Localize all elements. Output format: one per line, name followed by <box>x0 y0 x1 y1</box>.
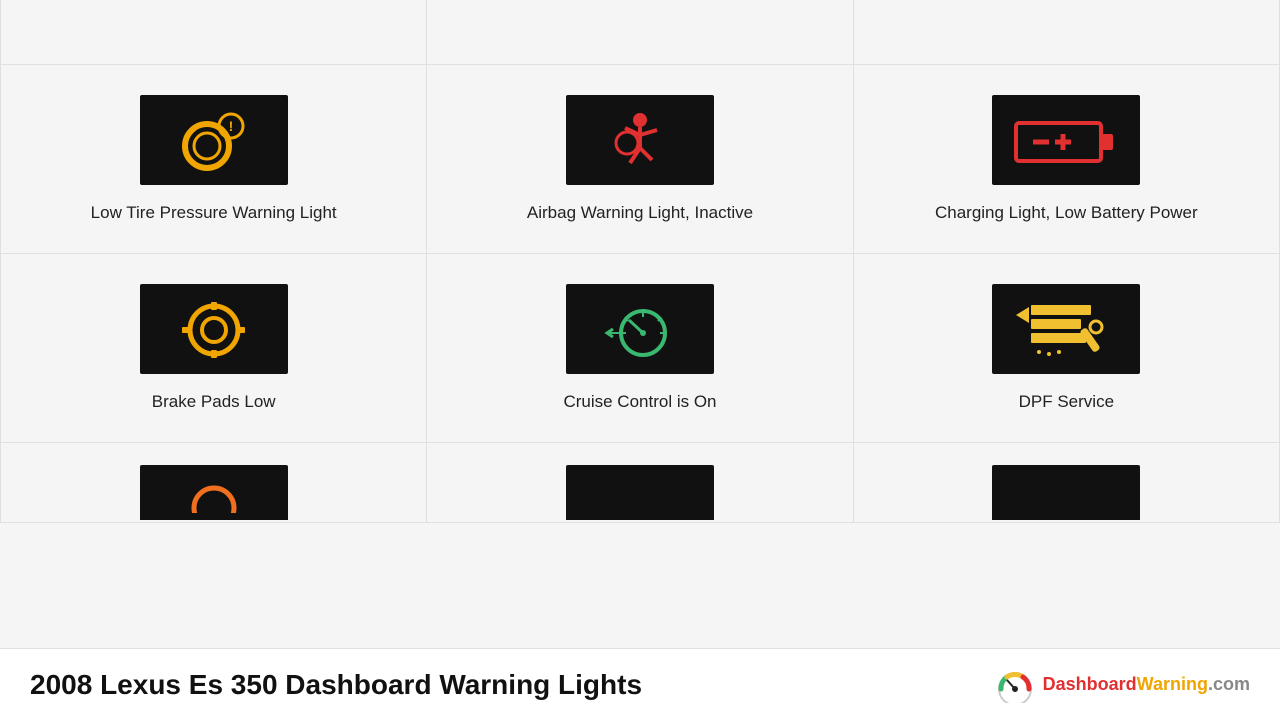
top-row <box>0 0 1280 65</box>
airbag-icon <box>566 95 714 185</box>
low-tire-icon: ! <box>140 95 288 185</box>
top-cell-1 <box>1 0 427 65</box>
svg-text:!: ! <box>228 118 233 134</box>
cruise-control-cell[interactable]: Cruise Control is On <box>427 254 853 443</box>
cruise-control-label: Cruise Control is On <box>563 392 716 412</box>
dpf-service-cell[interactable]: DPF Service <box>854 254 1280 443</box>
low-tire-label: Low Tire Pressure Warning Light <box>91 203 337 223</box>
logo-text: DashboardWarning.com <box>1043 674 1250 695</box>
brake-pads-label: Brake Pads Low <box>152 392 276 412</box>
charging-cell[interactable]: Charging Light, Low Battery Power <box>854 65 1280 254</box>
partial-cell-2 <box>427 443 853 523</box>
dpf-service-icon <box>992 284 1140 374</box>
airbag-label: Airbag Warning Light, Inactive <box>527 203 753 223</box>
bottom-bar: 2008 Lexus Es 350 Dashboard Warning Ligh… <box>0 648 1280 720</box>
partial-row <box>0 443 1280 523</box>
brake-pads-cell[interactable]: Brake Pads Low <box>1 254 427 443</box>
logo-icon <box>993 667 1037 703</box>
dpf-service-label: DPF Service <box>1019 392 1114 412</box>
cruise-control-icon <box>566 284 714 374</box>
top-cell-2 <box>427 0 853 65</box>
charging-icon <box>992 95 1140 185</box>
partial-cell-3 <box>854 443 1280 523</box>
partial-cell-1 <box>1 443 427 523</box>
logo-area: DashboardWarning.com <box>993 667 1250 703</box>
airbag-cell[interactable]: Airbag Warning Light, Inactive <box>427 65 853 254</box>
lower-row: Brake Pads Low Cruise Contr <box>0 254 1280 443</box>
brake-pads-icon <box>140 284 288 374</box>
charging-label: Charging Light, Low Battery Power <box>935 203 1198 223</box>
low-tire-pressure-cell[interactable]: ! Low Tire Pressure Warning Light <box>1 65 427 254</box>
top-cell-3 <box>854 0 1280 65</box>
page-title: 2008 Lexus Es 350 Dashboard Warning Ligh… <box>30 669 642 701</box>
middle-row: ! Low Tire Pressure Warning Light Airb <box>0 65 1280 254</box>
